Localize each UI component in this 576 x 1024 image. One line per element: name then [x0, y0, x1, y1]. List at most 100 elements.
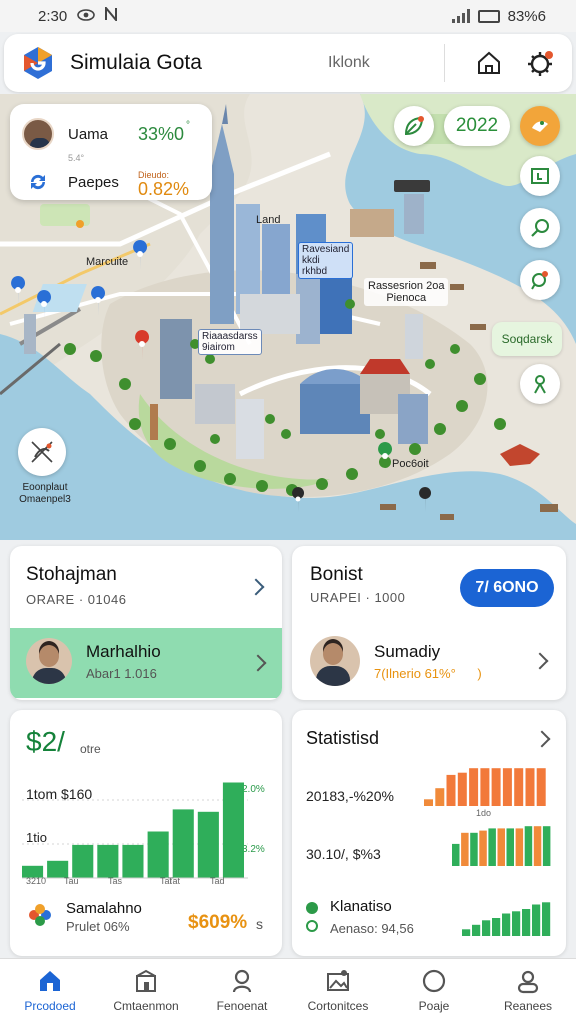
finance-chart-bar: [222, 782, 244, 878]
leaf-icon: [404, 116, 424, 136]
person-pin-icon: [228, 967, 256, 995]
finance-chart-bar: [172, 809, 194, 878]
stat-top-bar: [536, 768, 546, 806]
stat-top-bar: [502, 768, 512, 806]
stat-bars-top: [424, 768, 546, 806]
stat-bot-bar: [512, 911, 521, 936]
map-layers-button[interactable]: [520, 106, 560, 146]
highlighted-person-row[interactable]: Marhalhio Abar1 1.016: [10, 628, 282, 698]
card-finance[interactable]: $2/ otre 1tom $160 1tio 2.0% 3.2% 3210 Ta…: [10, 710, 282, 956]
stat-mid-bar: [515, 828, 524, 866]
person-detail: Aenaso: 94,56: [330, 921, 414, 936]
overlay-value-sub: °: [186, 120, 191, 131]
stat-row-1-tag: 1do: [476, 808, 492, 818]
map-frame-button[interactable]: [520, 156, 560, 196]
home-icon: [478, 51, 500, 74]
overlay-name: Uama: [68, 125, 109, 143]
map-label-rescue[interactable]: Rassesrion 2oa Pienoca: [364, 278, 449, 306]
map-locate-button[interactable]: [520, 208, 560, 248]
stat-bot-bar: [502, 913, 511, 936]
settings-alert-icon: [528, 51, 553, 76]
avatar: [26, 638, 72, 684]
stat-top-bar: [480, 768, 490, 806]
network-icon: [105, 5, 118, 25]
nav-item-poaje[interactable]: Poaje: [386, 967, 482, 1013]
year-selector[interactable]: 2022: [444, 106, 510, 146]
primary-action-button[interactable]: 7/ 6ONO: [460, 569, 554, 607]
nav-item-cortonitces[interactable]: Cortonitces: [290, 967, 386, 1013]
eye-icon: [77, 8, 96, 25]
stat-mid-bar: [488, 828, 496, 866]
nav-label: Fenoenat: [216, 999, 268, 1013]
person-name: Marhalhio: [86, 641, 161, 661]
stat-top-bar: [435, 788, 445, 806]
nav-item-prcodoed[interactable]: Prcodoed: [2, 967, 98, 1013]
card-subtitle: URAPEI · 1000: [310, 590, 406, 605]
photo-icon: [324, 967, 352, 995]
circle-icon: [420, 967, 448, 995]
nav-item-fenoenat[interactable]: Fenoenat: [194, 967, 290, 1013]
nav-label: Prcodoed: [24, 999, 76, 1013]
signal-icon: [451, 9, 470, 23]
header-subtitle: Iklonk: [328, 54, 370, 71]
map-overlay-card[interactable]: Uama 33%0 ° 5.4° Paepes Dieudo: 0.82%: [10, 104, 212, 200]
home-icon: [36, 967, 64, 995]
finance-chart-bar: [147, 831, 169, 878]
x-tick-label: Tat: [168, 876, 181, 886]
stat-top-bar: [469, 768, 479, 806]
chevron-right-icon[interactable]: [531, 652, 549, 670]
person-detail: Prulet 06%: [66, 919, 130, 934]
nav-label: Poaje: [418, 999, 450, 1013]
stat-mid-bar: [506, 828, 514, 866]
card-title: Stohajman: [26, 564, 117, 585]
finance-chart-bar: [197, 811, 219, 878]
battery-level: 83%6: [507, 7, 546, 25]
x-tick-label: Tau: [64, 876, 79, 886]
card-stohajman[interactable]: Stohajman ORARE · 01046 Marhalhio Abar1 …: [10, 546, 282, 700]
avatar: [310, 636, 360, 686]
stat-top-bar: [491, 768, 501, 806]
card-statistics[interactable]: Statistisd 20183,-%20% 1do 30.10/, $%3 K…: [292, 710, 566, 956]
map-label-land: Land: [256, 214, 281, 226]
overlay-value: 33%0: [138, 123, 185, 144]
nav-item-cmtaenmon[interactable]: Cmtaenmon: [98, 967, 194, 1013]
chevron-right-icon[interactable]: [533, 730, 551, 748]
stat-mid-bar: [524, 826, 533, 866]
person-name: Klanatiso: [330, 898, 392, 915]
chevron-right-icon[interactable]: [249, 654, 267, 672]
notifications-button[interactable]: [526, 48, 556, 78]
region-chip[interactable]: Soqdarsk: [492, 322, 562, 356]
stat-top-bar: [514, 768, 524, 806]
stat-bot-bar: [462, 929, 471, 936]
colorful-hub-icon: [26, 901, 54, 934]
stat-mid-bar: [452, 843, 460, 866]
nav-item-reanees[interactable]: Reanees: [480, 967, 576, 1013]
stat-bot-bar: [542, 902, 551, 936]
stat-bot-bar: [482, 920, 491, 936]
profile-icon: [514, 967, 542, 995]
stat-row-1: 20183,-%20%: [306, 788, 394, 804]
center-tag[interactable]: Riaaasdarss 9iairom: [198, 329, 262, 355]
map-person-button[interactable]: [520, 364, 560, 404]
overlay-pct: 0.82%: [138, 179, 190, 199]
card-subtitle: ORARE · 01046: [26, 592, 127, 607]
home-button[interactable]: [474, 48, 504, 78]
status-dots-icon: [306, 902, 318, 932]
finance-amount-suffix: s: [256, 916, 263, 932]
app-header: Simulaia Gota Iklonk: [4, 34, 572, 92]
stat-top-bar: [457, 772, 467, 806]
status-bar: 2:30 83%6: [0, 0, 576, 32]
map-leaf-button[interactable]: [394, 106, 434, 146]
stat-top-bar: [446, 774, 456, 806]
stat-mid-bar: [470, 832, 478, 866]
map-pin-button[interactable]: [520, 260, 560, 300]
map-draw-tool-button[interactable]: [18, 428, 66, 476]
finance-value-suffix: otre: [80, 742, 101, 756]
tower-tag[interactable]: Ravesiand kkdi rkhbd: [298, 242, 354, 279]
person-name: Sumadiy: [374, 641, 441, 661]
finance-amount: $609%: [188, 912, 248, 933]
avatar: [22, 118, 54, 150]
x-tick-label: Tad: [210, 876, 225, 886]
chevron-right-icon[interactable]: [247, 578, 265, 596]
overlay-small: 5.4°: [68, 153, 85, 163]
